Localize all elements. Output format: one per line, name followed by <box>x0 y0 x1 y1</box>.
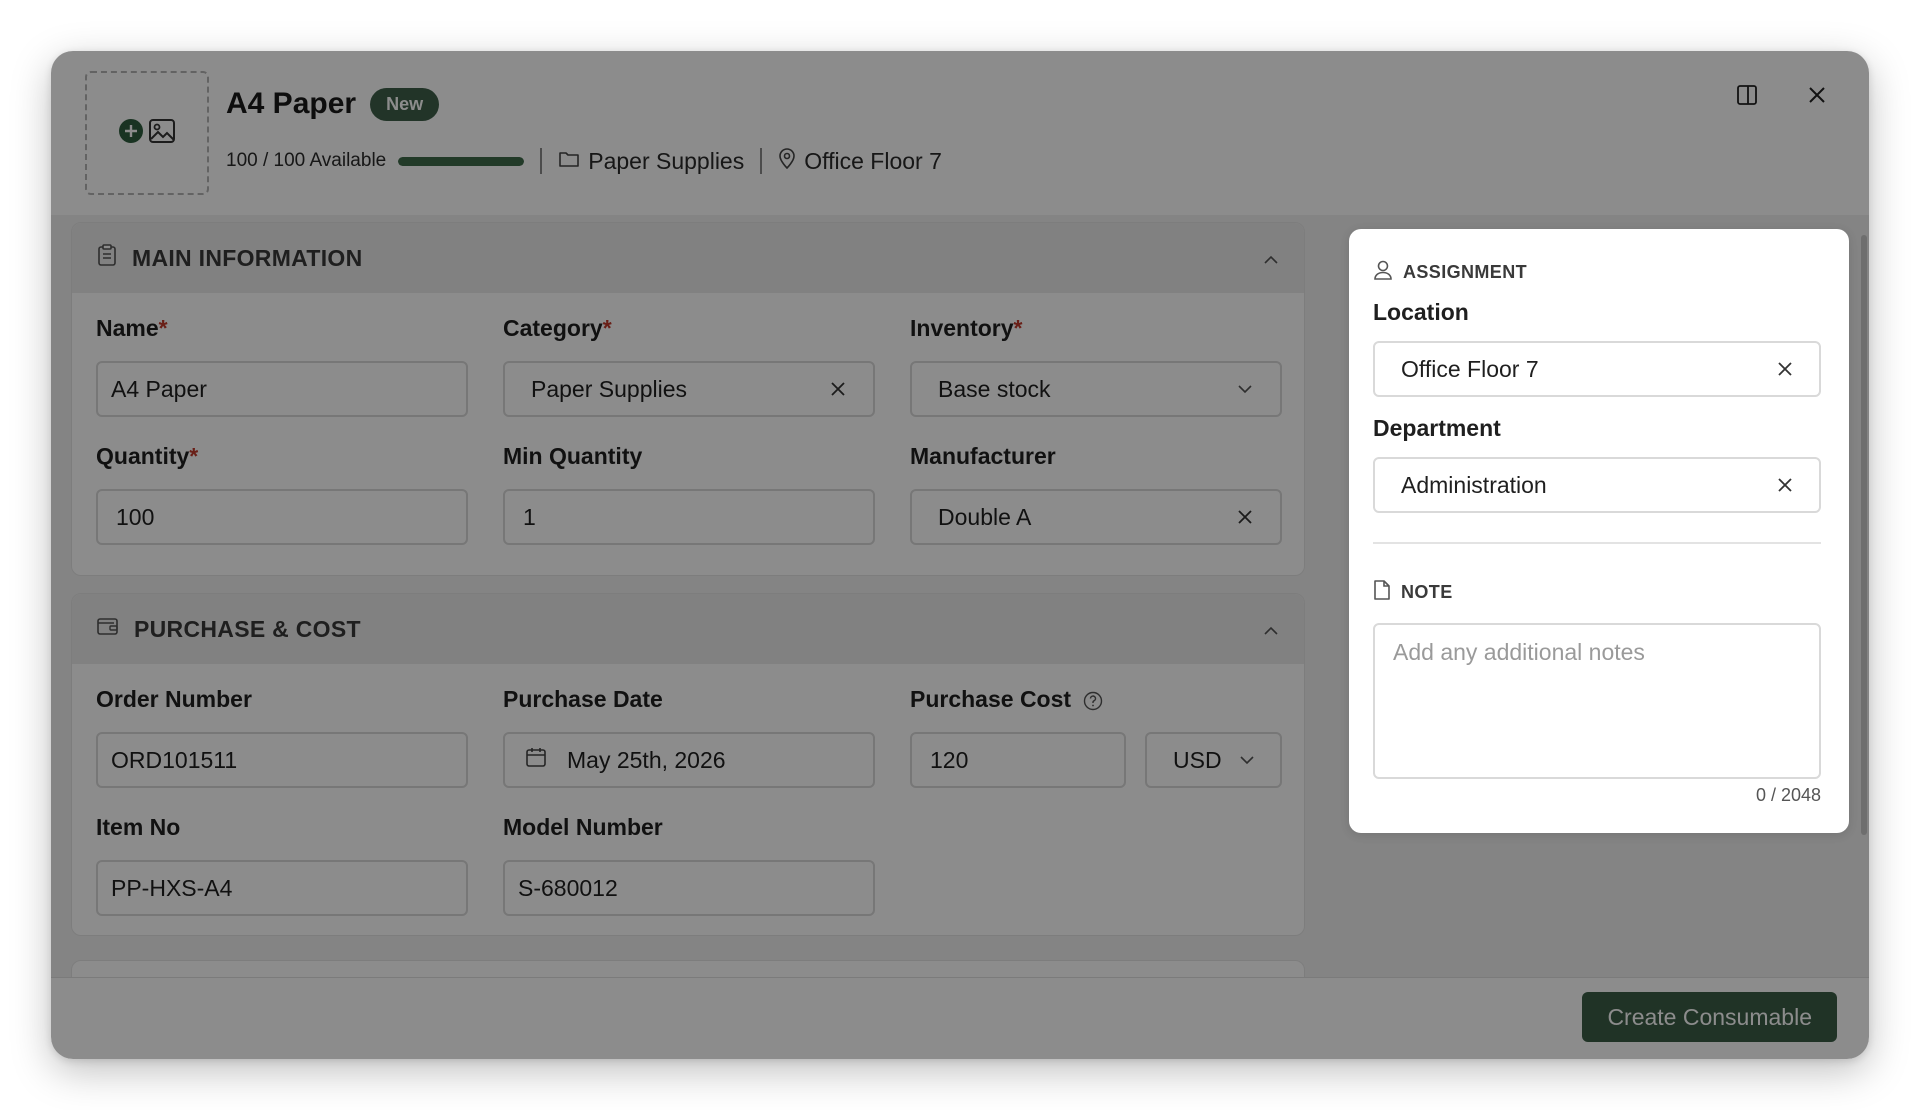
help-circle-icon[interactable] <box>1083 691 1103 711</box>
inventory-field: Inventory* Base stock <box>910 315 1282 417</box>
map-pin-icon <box>778 147 796 175</box>
currency-select[interactable]: USD <box>1145 732 1282 788</box>
section-title: PURCHASE & COST <box>134 615 361 642</box>
chevron-down-icon <box>1239 755 1255 765</box>
chevron-up-icon[interactable] <box>1262 245 1280 272</box>
location-select[interactable]: Office Floor 7 <box>1373 341 1821 397</box>
purchase-cost-header[interactable]: PURCHASE & COST <box>72 594 1304 664</box>
meta-location: Office Floor 7 <box>778 147 942 175</box>
sidebar-panel-icon <box>1735 83 1759 112</box>
model-number-field: Model Number S-680012 <box>503 814 875 916</box>
manufacturer-field: Manufacturer Double A <box>910 443 1282 545</box>
inventory-label: Inventory* <box>910 315 1023 341</box>
file-icon <box>1373 579 1391 606</box>
purchase-date-field: Purchase Date May 25th, 2026 <box>503 686 875 788</box>
dialog-header: A4 Paper New 100 / 100 Available Paper S… <box>51 51 1869 215</box>
separator <box>540 148 543 174</box>
create-consumable-button[interactable]: Create Consumable <box>1582 992 1837 1042</box>
category-field: Category* Paper Supplies <box>503 315 875 417</box>
status-badge: New <box>370 87 440 121</box>
model-number-label: Model Number <box>503 814 663 840</box>
manufacturer-label: Manufacturer <box>910 443 1056 469</box>
min-quantity-label: Min Quantity <box>503 443 643 469</box>
meta-row: 100 / 100 Available Paper Supplies Offic… <box>226 147 942 175</box>
note-char-counter: 0 / 2048 <box>1755 785 1821 805</box>
location-label: Location <box>1373 299 1469 325</box>
purchase-cost-section: PURCHASE & COST Order Number ORD101511 P… <box>71 593 1305 936</box>
order-number-field: Order Number ORD101511 <box>96 686 468 788</box>
meta-category-label: Paper Supplies <box>588 147 745 174</box>
image-upload-area[interactable] <box>85 71 209 195</box>
name-field: Name* A4 Paper <box>96 315 468 417</box>
assignment-panel: ASSIGNMENT Location Office Floor 7 Depar… <box>1349 229 1849 833</box>
inventory-select[interactable]: Base stock <box>910 361 1282 417</box>
clear-icon[interactable] <box>1237 509 1253 525</box>
availability-text: 100 / 100 Available <box>226 150 387 171</box>
purchase-cost-input[interactable]: 120 <box>910 732 1126 788</box>
order-number-label: Order Number <box>96 686 252 712</box>
toggle-sidebar-button[interactable] <box>1729 79 1765 115</box>
department-select[interactable]: Administration <box>1373 457 1821 513</box>
category-label: Category* <box>503 315 612 341</box>
clipboard-icon <box>96 243 118 273</box>
availability-progress-bar <box>398 156 525 166</box>
purchase-cost-label: Purchase Cost <box>910 686 1126 716</box>
category-select[interactable]: Paper Supplies <box>503 361 875 417</box>
panel-divider <box>1373 542 1821 544</box>
min-quantity-field: Min Quantity 1 <box>503 443 875 545</box>
note-placeholder: Add any additional notes <box>1393 639 1645 665</box>
order-number-input[interactable]: ORD101511 <box>96 732 468 788</box>
purchase-date-picker[interactable]: May 25th, 2026 <box>503 732 875 788</box>
user-icon <box>1373 259 1393 286</box>
department-label: Department <box>1373 415 1501 441</box>
availability-progress-fill <box>398 156 525 166</box>
item-no-label: Item No <box>96 814 181 840</box>
main-information-section: MAIN INFORMATION Name* A4 Paper Category… <box>71 222 1305 576</box>
model-number-input[interactable]: S-680012 <box>503 860 875 916</box>
note-title: NOTE <box>1401 582 1453 602</box>
item-no-field: Item No PP-HXS-A4 <box>96 814 468 916</box>
clear-icon[interactable] <box>830 381 846 397</box>
purchase-cost-field: Purchase Cost 120 <box>910 686 1126 788</box>
close-icon <box>1806 84 1828 111</box>
min-quantity-input[interactable]: 1 <box>503 489 875 545</box>
close-button[interactable] <box>1799 79 1835 115</box>
assignment-header: ASSIGNMENT <box>1373 259 1527 286</box>
item-title: A4 Paper <box>226 87 357 120</box>
note-textarea[interactable]: Add any additional notes <box>1373 623 1821 779</box>
chevron-up-icon[interactable] <box>1262 616 1280 643</box>
quantity-field: Quantity* 100 <box>96 443 468 545</box>
create-consumable-dialog: A4 Paper New 100 / 100 Available Paper S… <box>51 51 1869 1059</box>
folder-icon <box>558 148 580 175</box>
quantity-input[interactable]: 100 <box>96 489 468 545</box>
item-no-input[interactable]: PP-HXS-A4 <box>96 860 468 916</box>
meta-location-label: Office Floor 7 <box>804 147 942 174</box>
purchase-date-label: Purchase Date <box>503 686 663 712</box>
assignment-title: ASSIGNMENT <box>1403 262 1528 282</box>
clear-icon[interactable] <box>1777 472 1793 499</box>
section-title: MAIN INFORMATION <box>132 244 363 271</box>
manufacturer-select[interactable]: Double A <box>910 489 1282 545</box>
add-circle-icon <box>118 118 144 149</box>
wallet-icon <box>96 615 120 643</box>
currency-field: USD <box>1145 686 1282 788</box>
quantity-label: Quantity* <box>96 443 199 469</box>
name-input[interactable]: A4 Paper <box>96 361 468 417</box>
calendar-icon <box>525 746 547 774</box>
title-row: A4 Paper New <box>226 87 440 121</box>
dialog-footer: Create Consumable <box>51 977 1869 1059</box>
note-header: NOTE <box>1373 579 1453 606</box>
meta-category: Paper Supplies <box>558 148 744 175</box>
main-information-header[interactable]: MAIN INFORMATION <box>72 223 1304 293</box>
scrollbar[interactable] <box>1861 235 1867 835</box>
name-label: Name* <box>96 315 168 341</box>
chevron-down-icon <box>1237 384 1253 394</box>
image-icon <box>148 117 176 150</box>
separator <box>760 148 763 174</box>
clear-icon[interactable] <box>1777 356 1793 383</box>
